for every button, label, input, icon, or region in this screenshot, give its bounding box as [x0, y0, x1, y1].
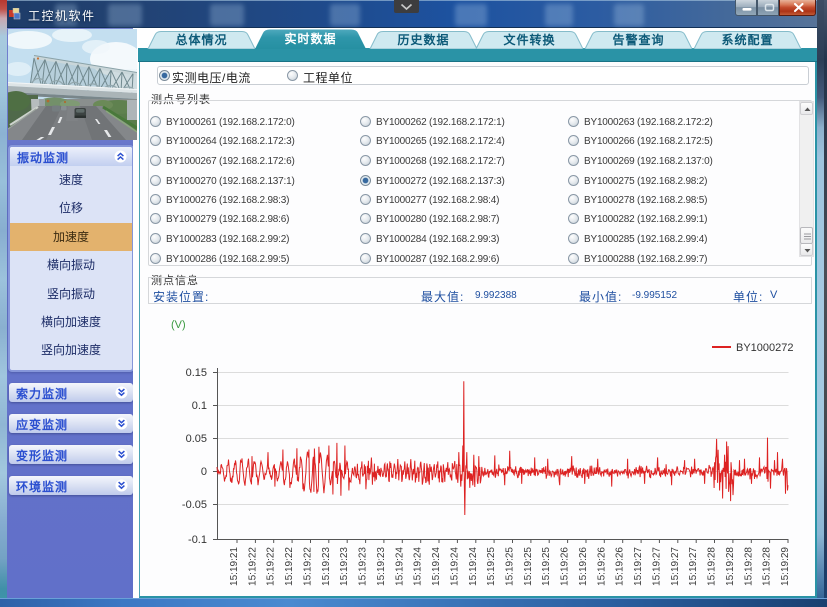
svg-text:文件转换: 文件转换: [503, 32, 555, 47]
svg-text:告警查询: 告警查询: [612, 32, 664, 47]
svg-text:总体情况: 总体情况: [175, 32, 227, 47]
svg-text:系统配置: 系统配置: [721, 32, 773, 47]
svg-text:历史数据: 历史数据: [397, 32, 449, 47]
svg-text:实时数据: 实时数据: [284, 31, 336, 46]
